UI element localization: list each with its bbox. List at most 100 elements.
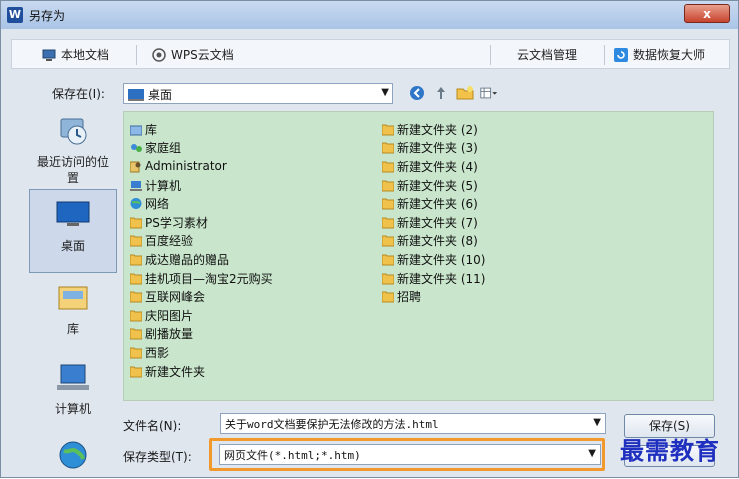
folder-icon: [130, 328, 142, 340]
folder-icon: [382, 291, 394, 303]
toolbar-divider: [136, 45, 137, 65]
place-desktop[interactable]: 桌面: [29, 189, 117, 273]
list-item-label: 成达赠品的赠品: [145, 252, 230, 267]
close-button[interactable]: x: [684, 4, 730, 23]
folder-icon: [130, 273, 142, 285]
cloud-manage-label: 云文档管理: [517, 48, 578, 62]
place-recent-label: 最近访问的位置: [36, 155, 109, 185]
library-icon: [58, 286, 88, 310]
place-computer[interactable]: 计算机: [29, 361, 117, 417]
folder-icon: [382, 235, 394, 247]
list-item[interactable]: 剧播放量: [130, 325, 273, 344]
list-item[interactable]: 成达赠品的赠品: [130, 250, 273, 269]
list-item-label: 庆阳图片: [145, 308, 194, 323]
file-list[interactable]: 库 家庭组 Administrator 计算机 网络 PS学习素材 百度经验 成…: [123, 111, 714, 401]
filetype-dropdown[interactable]: 网页文件(*.html;*.htm) ▼: [219, 444, 601, 465]
list-item[interactable]: 计算机: [130, 176, 273, 195]
wps-app-icon: W: [7, 7, 23, 23]
place-network[interactable]: [29, 439, 117, 478]
local-docs-button[interactable]: 本地文档: [42, 46, 109, 64]
list-item[interactable]: 百度经验: [130, 232, 273, 251]
list-item[interactable]: 新建文件夹 (2): [382, 120, 485, 139]
back-icon[interactable]: [408, 84, 426, 102]
list-item[interactable]: 招聘: [382, 287, 485, 306]
title-bar[interactable]: W 另存为 x: [1, 1, 738, 29]
view-menu-icon[interactable]: [480, 84, 498, 102]
filetype-label: 保存类型(T):: [123, 450, 192, 464]
up-folder-icon[interactable]: [432, 84, 450, 102]
list-item[interactable]: 网络: [130, 194, 273, 213]
list-item-label: 网络: [145, 197, 170, 212]
place-library[interactable]: 库: [29, 281, 117, 337]
save-in-dropdown[interactable]: 桌面 ▼: [123, 83, 393, 104]
list-item-label: Administrator: [145, 159, 227, 174]
list-item[interactable]: 互联网峰会: [130, 287, 273, 306]
list-item-label: 西影: [145, 345, 170, 360]
save-as-dialog: W 另存为 x 本地文档 WPS云文档 云文档管理 数据恢复大师 保存在(I):…: [0, 0, 739, 478]
chevron-down-icon[interactable]: ▼: [593, 417, 601, 428]
recent-places-icon: [60, 118, 87, 145]
list-item[interactable]: 新建文件夹: [130, 362, 273, 381]
file-column-left: 库 家庭组 Administrator 计算机 网络 PS学习素材 百度经验 成…: [130, 120, 273, 380]
places-bar: 最近访问的位置 桌面 库 计算机: [19, 109, 119, 479]
folder-icon: [382, 198, 394, 210]
folder-icon: [130, 235, 142, 247]
list-item-label: 新建文件夹 (8): [397, 234, 478, 249]
desktop-icon: [128, 88, 144, 101]
folder-icon: [130, 291, 142, 303]
list-item-label: 互联网峰会: [145, 290, 206, 305]
user-folder-icon: [130, 161, 141, 173]
toolbar-divider: [604, 45, 605, 65]
library-icon: [130, 125, 142, 136]
cloud-manage-button[interactable]: 云文档管理: [517, 46, 577, 64]
network-globe-icon: [59, 441, 87, 469]
data-recovery-label: 数据恢复大师: [633, 48, 706, 62]
list-item[interactable]: 新建文件夹 (3): [382, 139, 485, 158]
list-item[interactable]: 新建文件夹 (11): [382, 269, 485, 288]
new-folder-icon[interactable]: [456, 84, 474, 102]
nav-toolbar: [408, 84, 498, 102]
list-item[interactable]: PS学习素材: [130, 213, 273, 232]
list-item[interactable]: Administrator: [130, 157, 273, 176]
list-item[interactable]: 新建文件夹 (10): [382, 250, 485, 269]
list-item[interactable]: 新建文件夹 (6): [382, 194, 485, 213]
folder-icon: [130, 347, 142, 359]
local-docs-label: 本地文档: [61, 48, 110, 62]
chevron-down-icon: ▼: [588, 448, 596, 459]
list-item-label: 新建文件夹 (7): [397, 215, 478, 230]
list-item[interactable]: 新建文件夹 (8): [382, 232, 485, 251]
list-item-label: PS学习素材: [145, 215, 208, 230]
list-item-label: 计算机: [145, 178, 182, 193]
list-item-label: 挂机项目—淘宝2元购买: [145, 271, 273, 286]
monitor-icon: [42, 49, 56, 61]
folder-icon: [130, 254, 142, 266]
wps-cloud-button[interactable]: WPS云文档: [152, 46, 234, 64]
file-column-right: 新建文件夹 (2) 新建文件夹 (3) 新建文件夹 (4) 新建文件夹 (5) …: [382, 120, 485, 306]
list-item[interactable]: 新建文件夹 (4): [382, 157, 485, 176]
cloud-icon: [152, 48, 166, 62]
list-item[interactable]: 庆阳图片: [130, 306, 273, 325]
place-library-label: 库: [66, 322, 79, 336]
list-item-label: 新建文件夹 (4): [397, 159, 478, 174]
list-item-label: 新建文件夹 (10): [397, 252, 486, 267]
filename-input[interactable]: 关于word文档要保护无法修改的方法.html ▼: [220, 413, 606, 434]
place-recent[interactable]: 最近访问的位置: [29, 115, 117, 186]
list-item[interactable]: 新建文件夹 (5): [382, 176, 485, 195]
watermark-text: 最需教育: [620, 436, 720, 465]
list-item-label: 新建文件夹 (11): [397, 271, 486, 286]
filetype-value: 网页文件(*.html;*.htm): [224, 449, 361, 462]
list-item[interactable]: 挂机项目—淘宝2元购买: [130, 269, 273, 288]
list-item-label: 招聘: [397, 290, 422, 305]
list-item[interactable]: 库: [130, 120, 273, 139]
folder-icon: [382, 142, 394, 154]
list-item[interactable]: 西影: [130, 343, 273, 362]
toolbar-divider: [490, 45, 491, 65]
list-item-label: 百度经验: [145, 234, 194, 249]
location-toolbar: 本地文档 WPS云文档 云文档管理 数据恢复大师: [11, 39, 730, 69]
folder-icon: [382, 124, 394, 136]
network-icon: [130, 198, 142, 210]
list-item[interactable]: 新建文件夹 (7): [382, 213, 485, 232]
chevron-down-icon: ▼: [381, 87, 389, 98]
data-recovery-button[interactable]: 数据恢复大师: [614, 46, 705, 64]
list-item[interactable]: 家庭组: [130, 139, 273, 158]
